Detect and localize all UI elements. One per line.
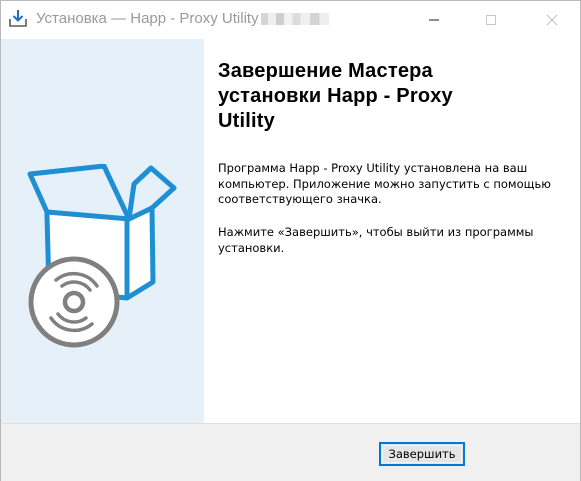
title-bar[interactable]: Установка — Happ - Proxy Utility	[1, 1, 580, 39]
window-title: Установка — Happ - Proxy Utility	[36, 10, 329, 27]
minimize-icon	[429, 19, 439, 21]
install-complete-message: Программа Happ - Proxy Utility установле…	[218, 161, 551, 206]
download-tray-icon	[8, 9, 28, 29]
software-box-with-disc-icon	[27, 164, 177, 348]
button-bar: Завершить	[1, 423, 580, 481]
installer-window: Установка — Happ - Proxy Utility Заверше…	[0, 0, 581, 481]
close-button[interactable]	[529, 1, 575, 39]
close-icon	[546, 14, 558, 26]
wizard-content: Завершение Мастера установки Happ - Prox…	[218, 59, 568, 255]
redacted-version-text	[260, 13, 329, 26]
finish-instruction: Нажмите «Завершить», чтобы выйти из прог…	[218, 225, 534, 255]
finish-button[interactable]: Завершить	[379, 442, 465, 466]
minimize-button[interactable]	[411, 1, 457, 39]
maximize-icon	[486, 15, 496, 25]
wizard-sidebar	[1, 39, 204, 423]
maximize-button[interactable]	[468, 1, 514, 39]
page-title: Завершение Мастера установки Happ - Prox…	[218, 60, 453, 132]
